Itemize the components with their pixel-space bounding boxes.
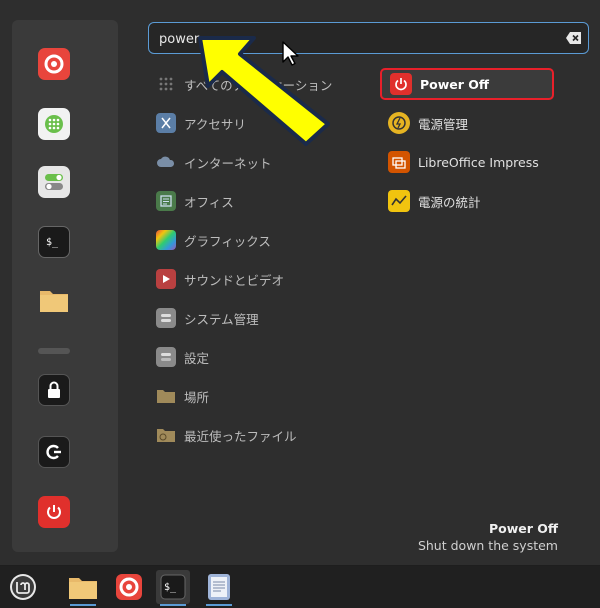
category-label: システム管理 — [184, 311, 259, 327]
lock-screen-button[interactable] — [38, 374, 70, 406]
favorite-firefox[interactable] — [38, 48, 70, 80]
running-indicator — [70, 604, 96, 606]
category-office[interactable]: オフィス — [156, 188, 366, 214]
logout-button[interactable] — [38, 436, 70, 468]
taskbar-firefox[interactable] — [112, 570, 146, 604]
result-label: 電源管理 — [418, 116, 469, 132]
taskbar: $_ — [0, 566, 600, 608]
favorite-system-settings[interactable] — [38, 166, 70, 198]
category-label: グラフィックス — [184, 233, 271, 249]
result-power-off[interactable]: Power Off — [380, 68, 554, 100]
cloud-icon — [156, 152, 176, 172]
power-manager-icon — [388, 112, 410, 134]
category-administration[interactable]: システム管理 — [156, 305, 366, 331]
result-label: Power Off — [420, 76, 490, 92]
description-title: Power Off — [488, 521, 558, 536]
text-editor-icon — [208, 574, 230, 600]
play-icon — [156, 269, 176, 289]
firefox-icon — [116, 574, 142, 600]
scissors-icon — [156, 113, 176, 133]
mouse-cursor-icon — [282, 41, 299, 66]
svg-text:$_: $_ — [164, 582, 177, 593]
system-icon — [156, 308, 176, 328]
folder-icon — [156, 386, 176, 406]
svg-text:$_: $_ — [46, 237, 59, 248]
search-box[interactable] — [148, 22, 589, 54]
category-label: すべてのアプリケーション — [184, 77, 333, 93]
category-label: 最近使ったファイル — [184, 428, 297, 444]
power-icon — [390, 73, 412, 95]
power-statistics-icon — [388, 190, 410, 212]
result-libreoffice-impress[interactable]: LibreOffice Impress — [380, 146, 554, 178]
recent-folder-icon — [156, 425, 176, 445]
category-label: 設定 — [184, 350, 210, 366]
power-icon — [47, 505, 61, 519]
category-internet[interactable]: インターネット — [156, 149, 366, 175]
favorite-files[interactable] — [38, 284, 70, 316]
category-graphics[interactable]: グラフィックス — [156, 227, 366, 253]
result-power-statistics[interactable]: 電源の統計 — [380, 185, 554, 217]
settings-icon — [156, 347, 176, 367]
logout-icon — [46, 444, 61, 460]
mint-logo-icon — [10, 574, 36, 600]
category-recent-files[interactable]: 最近使ったファイル — [156, 422, 366, 448]
category-label: アクセサリ — [184, 116, 246, 132]
search-input[interactable] — [159, 29, 539, 49]
clear-search-icon[interactable] — [566, 31, 582, 45]
favorite-terminal[interactable]: $_ — [38, 226, 70, 258]
selection-description: Power Off Shut down the system — [418, 521, 558, 553]
category-label: サウンドとビデオ — [184, 272, 285, 288]
category-places[interactable]: 場所 — [156, 383, 366, 409]
category-label: オフィス — [184, 194, 234, 210]
running-indicator — [206, 604, 232, 606]
category-preferences[interactable]: 設定 — [156, 344, 366, 370]
category-all-applications[interactable]: すべてのアプリケーション — [156, 71, 366, 97]
category-sound-video[interactable]: サウンドとビデオ — [156, 266, 366, 292]
description-subtitle: Shut down the system — [417, 538, 558, 553]
result-label: LibreOffice Impress — [418, 154, 539, 170]
favorites-sidebar: $_ — [12, 20, 118, 552]
grid-icon — [156, 74, 176, 94]
lock-icon — [48, 381, 60, 398]
result-power-manager[interactable]: 電源管理 — [380, 107, 554, 139]
impress-icon — [388, 151, 410, 173]
software-manager-icon — [45, 115, 63, 133]
menu-button[interactable] — [6, 570, 40, 604]
terminal-icon: $_ — [160, 574, 186, 600]
application-menu: $_ すべてのアプリケーション アクセサリ インターネット — [0, 0, 600, 566]
office-icon — [156, 191, 176, 211]
category-accessories[interactable]: アクセサリ — [156, 110, 366, 136]
taskbar-terminal[interactable]: $_ — [156, 570, 190, 606]
folder-icon — [69, 578, 97, 599]
favorite-software-manager[interactable] — [38, 108, 70, 140]
category-label: インターネット — [184, 155, 272, 171]
firefox-icon — [44, 54, 64, 74]
taskbar-text-editor[interactable] — [202, 570, 236, 606]
result-label: 電源の統計 — [418, 194, 481, 210]
taskbar-files[interactable] — [66, 570, 100, 606]
folder-icon — [40, 291, 68, 312]
terminal-icon: $_ — [46, 237, 59, 248]
running-indicator — [160, 604, 186, 606]
graphics-icon — [156, 230, 176, 250]
shutdown-button[interactable] — [38, 496, 70, 528]
toggle-settings-icon — [45, 174, 63, 190]
sidebar-separator — [38, 348, 70, 354]
category-label: 場所 — [184, 389, 210, 405]
